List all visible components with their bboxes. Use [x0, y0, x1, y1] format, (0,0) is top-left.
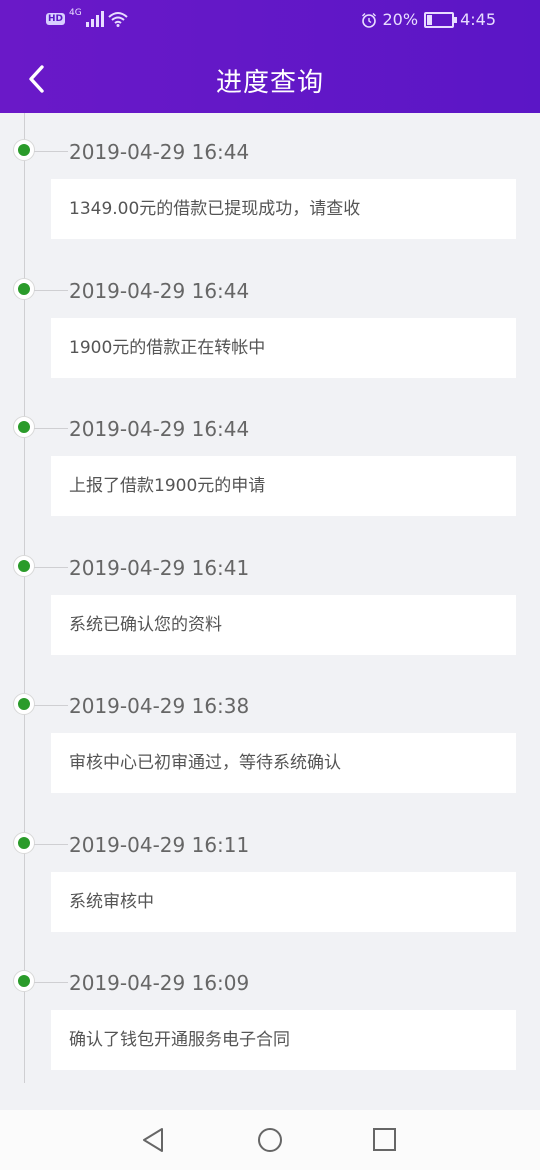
nav-bar: 进度查询	[0, 46, 540, 112]
timeline-connector	[34, 567, 68, 568]
timeline-connector	[34, 705, 68, 706]
timeline-item: 2019-04-29 16:09 确认了钱包开通服务电子合同	[0, 955, 540, 1093]
timeline-dot	[14, 140, 34, 160]
nav-home-button[interactable]	[256, 1126, 284, 1154]
app-header: HD 4G 20% 4:45 进度查询	[0, 0, 540, 113]
square-recent-icon	[373, 1128, 396, 1151]
event-card: 1349.00元的借款已提现成功，请查收	[51, 179, 516, 239]
timeline-item: 2019-04-29 16:44 上报了借款1900元的申请	[0, 401, 540, 539]
timeline-item: 2019-04-29 16:11 系统审核中	[0, 817, 540, 955]
system-nav-bar	[0, 1110, 540, 1170]
event-card: 系统已确认您的资料	[51, 595, 516, 655]
timeline-item: 2019-04-29 16:44 1900元的借款正在转帐中	[0, 263, 540, 401]
hd-badge: HD	[46, 13, 66, 25]
timeline-dot	[14, 833, 34, 853]
event-time: 2019-04-29 16:11	[69, 833, 250, 857]
nav-back-button[interactable]	[140, 1126, 168, 1154]
circle-home-icon	[258, 1128, 282, 1152]
timeline-connector	[34, 290, 68, 291]
timeline-connector	[34, 982, 68, 983]
alarm-icon	[361, 12, 376, 28]
event-card: 上报了借款1900元的申请	[51, 456, 516, 516]
timeline-dot	[14, 279, 34, 299]
battery-icon	[424, 11, 458, 28]
event-card: 1900元的借款正在转帐中	[51, 318, 516, 378]
battery-percent: 20%	[382, 10, 419, 29]
timeline-item: 2019-04-29 16:41 系统已确认您的资料	[0, 540, 540, 678]
event-card: 审核中心已初审通过，等待系统确认	[51, 733, 516, 793]
event-time: 2019-04-29 16:44	[69, 279, 250, 303]
status-bar: HD 4G 20% 4:45	[0, 0, 540, 42]
timeline-dot	[14, 694, 34, 714]
progress-timeline: 2019-04-29 16:44 1349.00元的借款已提现成功，请查收 20…	[0, 113, 540, 1110]
triangle-back-icon	[143, 1128, 163, 1152]
event-card: 确认了钱包开通服务电子合同	[51, 1010, 516, 1070]
timeline-dot	[14, 556, 34, 576]
event-time: 2019-04-29 16:41	[69, 556, 250, 580]
timeline-connector	[34, 844, 68, 845]
timeline-item: 2019-04-29 16:38 审核中心已初审通过，等待系统确认	[0, 678, 540, 816]
status-right: 20% 4:45	[361, 10, 496, 29]
signal-icon	[85, 11, 104, 27]
event-time: 2019-04-29 16:09	[69, 971, 250, 995]
network-label: 4G	[69, 8, 82, 18]
battery-fill	[427, 14, 433, 25]
event-time: 2019-04-29 16:38	[69, 694, 250, 718]
event-card: 系统审核中	[51, 872, 516, 932]
page-title: 进度查询	[215, 68, 324, 98]
status-left: HD 4G	[46, 8, 128, 27]
event-time: 2019-04-29 16:44	[69, 417, 250, 441]
wifi-icon	[108, 12, 128, 27]
timeline-dot	[14, 417, 34, 437]
timeline-item: 2019-04-29 16:44 1349.00元的借款已提现成功，请查收	[0, 124, 540, 262]
status-time: 4:45	[460, 10, 496, 29]
nav-recent-button[interactable]	[371, 1126, 399, 1154]
event-time: 2019-04-29 16:44	[69, 140, 250, 164]
timeline-connector	[34, 428, 68, 429]
timeline-dot	[14, 971, 34, 991]
timeline-connector	[34, 151, 68, 152]
